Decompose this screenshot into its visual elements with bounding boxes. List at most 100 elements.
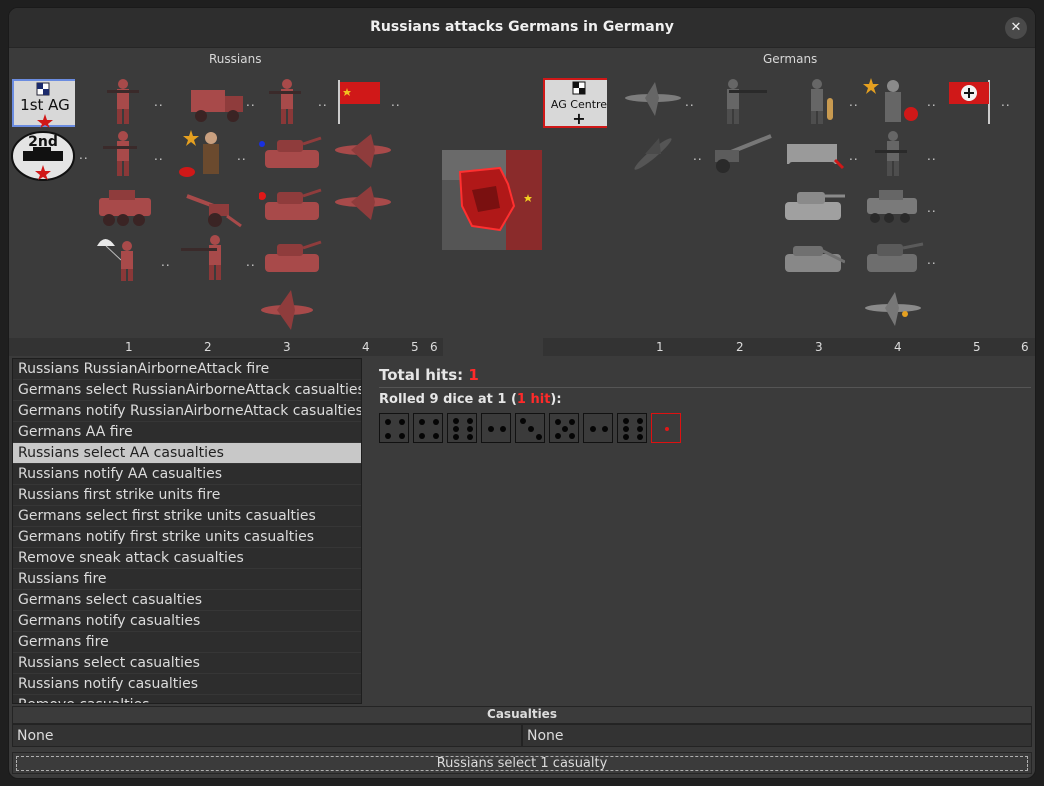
german-fighter-unit[interactable] xyxy=(621,128,685,178)
1st-ag-marker[interactable]: 1st AG xyxy=(11,78,84,128)
attacker-label: Russians xyxy=(209,52,262,66)
german-tank-unit[interactable] xyxy=(861,232,925,282)
russian-artillery-unit[interactable] xyxy=(179,180,243,230)
list-item-selected[interactable]: Russians select AA casualties xyxy=(13,443,361,464)
list-item[interactable]: Germans select first strike units casual… xyxy=(13,506,361,527)
more-indicator: .. xyxy=(1001,95,1011,109)
russian-bomber-unit[interactable] xyxy=(331,128,395,178)
die-pip xyxy=(569,419,575,425)
die-pip xyxy=(419,433,425,439)
list-item[interactable]: Remove sneak attack casualties xyxy=(13,548,361,569)
select-casualty-label: Russians select 1 casualty xyxy=(16,756,1028,771)
list-item[interactable]: Germans AA fire xyxy=(13,422,361,443)
german-engineer-unit[interactable] xyxy=(793,76,857,126)
die-pip xyxy=(555,419,561,425)
german-armoured-car-unit[interactable] xyxy=(861,180,925,230)
german-officer-unit[interactable] xyxy=(861,76,925,126)
list-item[interactable]: Russians notify AA casualties xyxy=(13,464,361,485)
casualties-header: Casualties xyxy=(12,706,1032,724)
russian-bomber-unit[interactable] xyxy=(331,180,395,230)
total-hits-value: 1 xyxy=(468,366,479,384)
russian-tank-unit[interactable] xyxy=(259,232,323,282)
german-halftrack-unit[interactable] xyxy=(781,128,845,178)
window-title: Russians attacks Germans in Germany xyxy=(370,19,674,35)
select-casualty-button[interactable]: Russians select 1 casualty xyxy=(12,752,1032,774)
german-fighter-unit[interactable] xyxy=(621,76,685,126)
die-pip xyxy=(555,433,561,439)
more-indicator: .. xyxy=(79,148,89,162)
russian-flag-unit[interactable] xyxy=(331,76,395,126)
russian-fighter-unit[interactable] xyxy=(255,284,319,334)
die-pip xyxy=(637,418,643,424)
defender-column-6: 6 xyxy=(1021,340,1029,354)
close-icon[interactable]: ✕ xyxy=(1005,17,1027,39)
die-pip xyxy=(419,419,425,425)
more-indicator: .. xyxy=(685,95,695,109)
russian-truck-unit[interactable] xyxy=(185,76,249,126)
ag-centre-marker[interactable]: AG Centre + xyxy=(543,78,617,128)
list-item[interactable]: Remove casualties xyxy=(13,695,361,703)
russian-infantry-unit[interactable] xyxy=(177,232,241,282)
russian-infantry-unit[interactable] xyxy=(93,76,157,126)
die xyxy=(481,413,511,443)
attacker-column-2: 2 xyxy=(204,340,212,354)
die-pip xyxy=(637,426,643,432)
defender-column-4: 4 xyxy=(894,340,902,354)
total-hits: Total hits: 1 xyxy=(379,366,1031,388)
list-item[interactable]: Russians select casualties xyxy=(13,653,361,674)
russian-paratrooper-unit[interactable] xyxy=(93,232,157,282)
list-item[interactable]: Russians fire xyxy=(13,569,361,590)
die xyxy=(549,413,579,443)
russian-tank-unit[interactable] xyxy=(258,180,323,230)
die-pip xyxy=(569,433,575,439)
russian-tank-unit[interactable] xyxy=(259,128,323,178)
rolled-suffix: ): xyxy=(550,392,562,407)
german-artillery-unit[interactable] xyxy=(709,128,773,178)
russian-armoured-car-unit[interactable] xyxy=(93,180,157,230)
battle-steps-list[interactable]: Russians RussianAirborneAttack fire Germ… xyxy=(12,358,362,704)
list-item[interactable]: Germans select RussianAirborneAttack cas… xyxy=(13,380,361,401)
rolled-summary: Rolled 9 dice at 1 (1 hit): xyxy=(379,392,1031,407)
list-item[interactable]: Germans notify RussianAirborneAttack cas… xyxy=(13,401,361,422)
attacker-column-5: 5 xyxy=(411,340,419,354)
more-indicator: .. xyxy=(154,95,164,109)
more-indicator: .. xyxy=(927,95,937,109)
german-flag-unit[interactable] xyxy=(945,76,1009,126)
list-item[interactable]: Russians RussianAirborneAttack fire xyxy=(13,359,361,380)
die-pip xyxy=(623,426,629,432)
die xyxy=(447,413,477,443)
list-item[interactable]: Germans fire xyxy=(13,632,361,653)
german-fighter-unit[interactable] xyxy=(861,284,925,334)
attacker-casualties: None xyxy=(12,724,522,747)
ag-centre-symbol: + xyxy=(572,109,585,128)
german-infantry-unit[interactable] xyxy=(861,128,925,178)
2nd-marker[interactable]: 2nd xyxy=(11,131,75,181)
more-indicator: .. xyxy=(318,95,328,109)
die-pip xyxy=(623,418,629,424)
more-indicator: .. xyxy=(927,149,937,163)
list-item[interactable]: Germans select casualties xyxy=(13,590,361,611)
more-indicator: .. xyxy=(246,95,256,109)
defender-column-1: 1 xyxy=(656,340,664,354)
german-infantry-unit[interactable] xyxy=(709,76,773,126)
russian-commissar-unit[interactable] xyxy=(175,128,239,178)
german-tank-destroyer-unit[interactable] xyxy=(781,232,846,282)
die-pip xyxy=(453,434,459,440)
list-item[interactable]: Russians notify casualties xyxy=(13,674,361,695)
die-hit xyxy=(651,413,681,443)
russian-infantry-unit[interactable] xyxy=(93,128,157,178)
die-pip xyxy=(467,418,473,424)
list-item[interactable]: Germans notify first strike units casual… xyxy=(13,527,361,548)
russian-infantry-unit[interactable] xyxy=(257,76,321,126)
1st-ag-label: 1st AG xyxy=(20,96,70,114)
attacker-column-1: 1 xyxy=(125,340,133,354)
attacker-column-4: 4 xyxy=(362,340,370,354)
more-indicator: .. xyxy=(849,149,859,163)
die xyxy=(515,413,545,443)
defender-column-3: 3 xyxy=(815,340,823,354)
german-tank-unit[interactable] xyxy=(781,180,845,230)
list-item[interactable]: Germans notify casualties xyxy=(13,611,361,632)
territory-map xyxy=(442,150,542,250)
list-item[interactable]: Russians first strike units fire xyxy=(13,485,361,506)
more-indicator: .. xyxy=(849,95,859,109)
